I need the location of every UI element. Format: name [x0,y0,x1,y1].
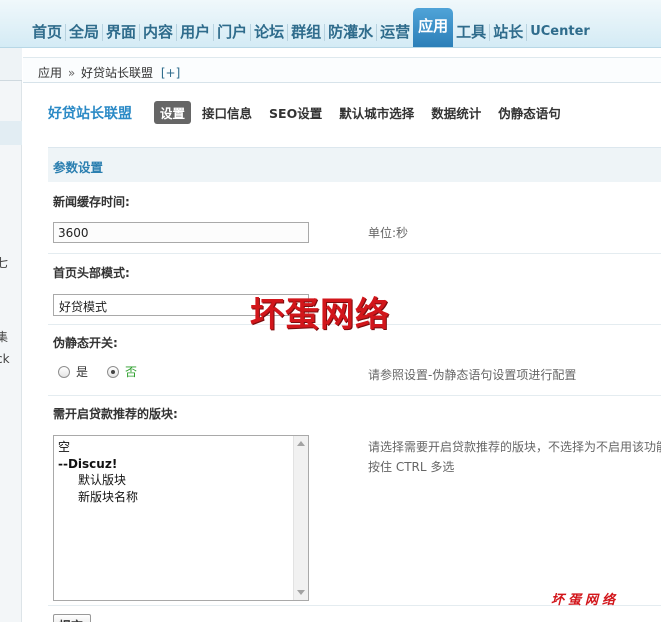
forums-label: 需开启贷款推荐的版块: [53,407,178,421]
forum-option-default[interactable]: 默认版块 [58,472,138,489]
radio-no[interactable] [107,365,120,378]
breadcrumb-separator: » [67,66,76,80]
forums-hint: 请选择需要开启贷款推荐的版块，不选择为不启用该功能 [368,440,661,454]
tab-settings[interactable]: 设置 [154,101,192,124]
nav-item-group[interactable]: 群组 [288,22,324,47]
scroll-down-icon[interactable] [297,590,305,595]
nav-item-global[interactable]: 全局 [66,22,102,47]
section-title: 参数设置 [48,147,661,182]
submit-button[interactable]: 提交 [53,614,91,622]
sidebar-item-fragment[interactable]: 集 [0,328,8,345]
radio-yes[interactable] [58,365,70,378]
nav-item-operation[interactable]: 运营 [377,22,413,47]
left-sidebar: 七 集 ck [0,48,22,622]
nav-item-tools[interactable]: 工具 [453,22,489,47]
breadcrumb: 应用 » 好贷站长联盟 [+] [23,57,661,83]
plugin-tabs: 设置 接口信息 SEO设置 默认城市选择 数据统计 伪静态语句 [154,101,572,124]
cache-time-hint: 单位:秒 [368,226,409,240]
nav-item-interface[interactable]: 界面 [103,22,139,47]
forums-option-list: 空 --Discuz! 默认版块 新版块名称 [58,439,138,505]
forums-scrollbar[interactable] [293,436,308,600]
watermark-text: 坏蛋网络 [250,295,390,335]
nav-item-home[interactable]: 首页 [29,22,65,47]
header-mode-label: 首页头部模式: [53,266,130,280]
top-nav-list: 首页 全局 界面 内容 用户 门户 论坛 群组 防灌水 运营 应用 工具 站长 … [29,8,593,47]
tab-default-city[interactable]: 默认城市选择 [333,101,420,124]
cache-time-label: 新闻缓存时间: [53,195,130,209]
forum-option-new[interactable]: 新版块名称 [58,489,138,506]
sidebar-item-fragment[interactable]: 七 [0,254,8,271]
radio-yes-label[interactable]: 是 [76,363,88,380]
radio-no-label[interactable]: 否 [125,363,137,380]
tab-api-info[interactable]: 接口信息 [196,101,258,124]
forum-option-empty[interactable]: 空 [58,439,138,456]
nav-item-content[interactable]: 内容 [140,22,176,47]
sidebar-item-fragment[interactable]: ck [0,352,10,366]
nav-item-users[interactable]: 用户 [177,22,213,47]
row-divider [48,395,661,396]
top-navigation: 首页 全局 界面 内容 用户 门户 论坛 群组 防灌水 运营 应用 工具 站长 … [0,0,661,48]
tab-statistics[interactable]: 数据统计 [425,101,487,124]
pseudo-static-radio-group: 是 否 [58,363,156,380]
nav-item-antispam[interactable]: 防灌水 [325,22,376,47]
sidebar-header [0,48,22,81]
forums-multiselect[interactable]: 空 --Discuz! 默认版块 新版块名称 [53,435,309,601]
nav-item-ucenter[interactable]: UCenter [527,22,593,47]
nav-item-apps[interactable]: 应用 [413,8,454,47]
nav-item-webmaster[interactable]: 站长 [490,22,526,47]
breadcrumb-root[interactable]: 应用 [38,66,62,80]
nav-item-forum[interactable]: 论坛 [251,22,287,47]
pseudo-static-hint: 请参照设置-伪静态语句设置项进行配置 [368,368,577,382]
cache-time-input[interactable] [53,222,309,243]
add-shortcut-button[interactable]: [+] [161,66,180,80]
nav-item-portal[interactable]: 门户 [214,22,250,47]
tab-seo-settings[interactable]: SEO设置 [263,101,328,124]
scroll-up-icon[interactable] [297,441,305,446]
forum-option-group-discuz: --Discuz! [58,456,118,471]
row-divider [48,253,661,254]
tab-rewrite-rules[interactable]: 伪静态语句 [492,101,567,124]
sidebar-item-selected[interactable] [0,121,22,145]
plugin-title: 好贷站长联盟 [48,106,132,122]
pseudo-static-label: 伪静态开关: [53,336,118,350]
forums-hint-ctrl: 按住 CTRL 多选 [368,460,455,474]
watermark-text-small: 坏蛋网络 [551,593,620,608]
breadcrumb-current: 好贷站长联盟 [81,66,154,80]
